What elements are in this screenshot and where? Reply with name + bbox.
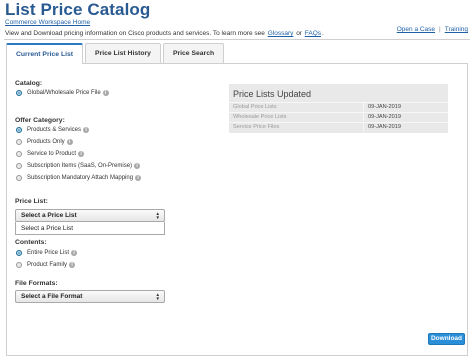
price-list-label: Price List: xyxy=(15,198,48,205)
offer-option-subscription-mandatory-attach[interactable]: Subscription Mandatory Attach Mapping i xyxy=(16,175,142,181)
training-link[interactable]: Training xyxy=(445,26,468,33)
updated-row-date: 09-JAN-2019 xyxy=(363,123,448,131)
offer-option-label: Service to Product xyxy=(27,151,77,157)
radio-checked-icon[interactable] xyxy=(16,90,22,96)
updated-row-date: 09-JAN-2019 xyxy=(363,103,448,111)
updated-row-name: Wholesale Price Lists xyxy=(233,114,287,120)
file-format-selected-value: Select a File Format xyxy=(21,293,83,300)
intro-description: View and Download pricing information on… xyxy=(5,30,265,37)
file-formats-label: File Formats: xyxy=(15,280,58,287)
radio-checked-icon[interactable] xyxy=(16,127,22,133)
price-list-selected-value: Select a Price List xyxy=(21,212,77,219)
tab-current-price-list[interactable]: Current Price List xyxy=(6,43,84,64)
contents-option-label: Entire Price List xyxy=(27,250,70,256)
updated-row-name: Global Price Lists xyxy=(233,104,277,110)
contents-option-label: Product Family xyxy=(27,262,68,268)
catalog-option-global-wholesale[interactable]: Global/Wholesale Price File i xyxy=(16,90,109,96)
radio-unchecked-icon[interactable] xyxy=(16,151,22,157)
intro-period: . xyxy=(322,30,324,37)
link-separator: | xyxy=(439,26,441,33)
info-icon[interactable]: i xyxy=(83,127,90,133)
radio-checked-icon[interactable] xyxy=(16,250,22,256)
updated-row-date: 09-JAN-2019 xyxy=(363,113,448,121)
price-list-select[interactable]: Select a Price List ▲ ▼ xyxy=(15,209,165,222)
contents-label: Contents: xyxy=(15,239,47,246)
info-icon[interactable]: i xyxy=(102,90,109,96)
offer-option-label: Products & Services xyxy=(27,127,82,133)
offer-option-label: Subscription Mandatory Attach Mapping xyxy=(27,175,134,181)
tab-bar: Current Price List Price List History Pr… xyxy=(6,43,226,64)
select-arrows-icon: ▲ ▼ xyxy=(155,292,160,301)
contents-option-entire-price-list[interactable]: Entire Price List i xyxy=(16,250,78,256)
radio-unchecked-icon[interactable] xyxy=(16,262,22,268)
offer-option-service-to-product[interactable]: Service to Product i xyxy=(16,151,85,157)
price-lists-updated-box: Price Lists Updated Global Price Lists 0… xyxy=(229,84,448,133)
radio-unchecked-icon[interactable] xyxy=(16,163,22,169)
info-icon[interactable]: i xyxy=(66,139,73,145)
offer-option-label: Subscription Items (SaaS, On-Premise) xyxy=(27,163,133,169)
info-icon[interactable]: i xyxy=(78,151,85,157)
updated-row-global: Global Price Lists 09-JAN-2019 xyxy=(229,102,448,111)
info-icon[interactable]: i xyxy=(134,163,141,169)
top-links: Open a Case | Training xyxy=(397,26,468,33)
tab-price-list-history[interactable]: Price List History xyxy=(85,43,161,63)
info-icon[interactable]: i xyxy=(69,262,76,268)
info-icon[interactable]: i xyxy=(71,250,78,256)
open-case-link[interactable]: Open a Case xyxy=(397,26,435,33)
page-title: List Price Catalog xyxy=(5,0,151,19)
download-button[interactable]: Download xyxy=(428,333,465,345)
glossary-link[interactable]: Glossary xyxy=(268,30,294,37)
catalog-label: Catalog: xyxy=(15,80,43,87)
price-list-dropdown-option[interactable]: Select a Price List xyxy=(15,222,165,235)
intro-text: View and Download pricing information on… xyxy=(5,30,324,37)
updated-row-wholesale: Wholesale Price Lists 09-JAN-2019 xyxy=(229,112,448,121)
radio-unchecked-icon[interactable] xyxy=(16,175,22,181)
offer-option-products-only[interactable]: Products Only i xyxy=(16,139,73,145)
offer-option-label: Products Only xyxy=(27,139,65,145)
intro-or: or xyxy=(296,30,302,37)
faqs-link[interactable]: FAQs xyxy=(305,30,321,37)
info-icon[interactable]: i xyxy=(135,175,142,181)
breadcrumb-commerce-workspace-home[interactable]: Commerce Workspace Home xyxy=(5,19,90,26)
offer-category-label: Offer Category: xyxy=(15,117,65,124)
catalog-option-label: Global/Wholesale Price File xyxy=(27,90,101,96)
radio-unchecked-icon[interactable] xyxy=(16,139,22,145)
price-lists-updated-title: Price Lists Updated xyxy=(233,89,312,99)
select-arrows-icon: ▲ ▼ xyxy=(155,211,160,220)
header-divider xyxy=(4,39,470,40)
offer-option-products-services[interactable]: Products & Services i xyxy=(16,127,90,133)
file-format-select[interactable]: Select a File Format ▲ ▼ xyxy=(15,290,165,303)
offer-option-subscription-items[interactable]: Subscription Items (SaaS, On-Premise) i xyxy=(16,163,141,169)
updated-row-service: Service Price Files 09-JAN-2019 xyxy=(229,122,448,131)
price-list-option-label: Select a Price List xyxy=(21,224,74,232)
contents-option-product-family[interactable]: Product Family i xyxy=(16,262,76,268)
tab-price-search[interactable]: Price Search xyxy=(162,43,225,63)
updated-row-name: Service Price Files xyxy=(233,124,280,130)
